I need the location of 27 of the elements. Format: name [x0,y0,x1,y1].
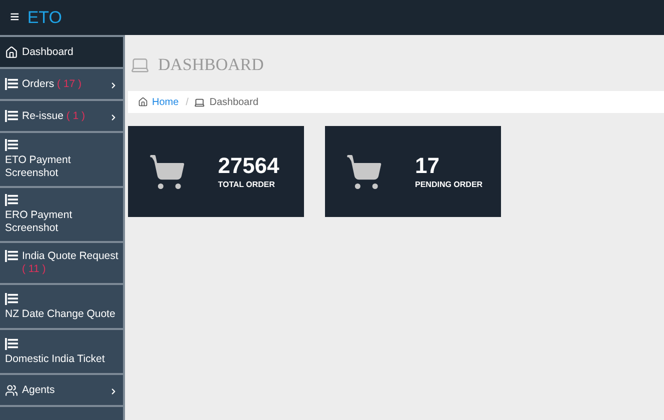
page-title: DASHBOARD [158,54,264,76]
home-icon [5,46,18,58]
sidebar-item[interactable]: Dashboard [0,37,123,69]
stat-label: PENDING ORDER [415,178,483,190]
chevron-icon [109,113,118,122]
list-icon [5,110,18,122]
chevron-icon [109,387,118,396]
breadcrumb-current: Dashboard [209,96,258,110]
breadcrumb-link[interactable]: Home [152,94,179,110]
cart-icon [345,152,383,190]
list-icon [5,250,18,262]
breadcrumb-separator: / [184,96,190,110]
stat-value: 17 [415,152,440,178]
list-icon [5,194,18,206]
stat-value: 27564 [218,152,280,178]
cart-icon [148,152,186,190]
home-icon [138,97,148,107]
chevron-icon [109,81,118,90]
list-icon [5,139,18,151]
menu-button[interactable]: ≡ [10,6,20,30]
users-icon [5,384,18,396]
laptop-icon [194,96,206,108]
list-icon [5,338,18,350]
brand-title: ETO [27,6,62,29]
list-icon [5,292,18,304]
list-icon [5,78,18,90]
stat-label: TOTAL ORDER [218,178,276,190]
